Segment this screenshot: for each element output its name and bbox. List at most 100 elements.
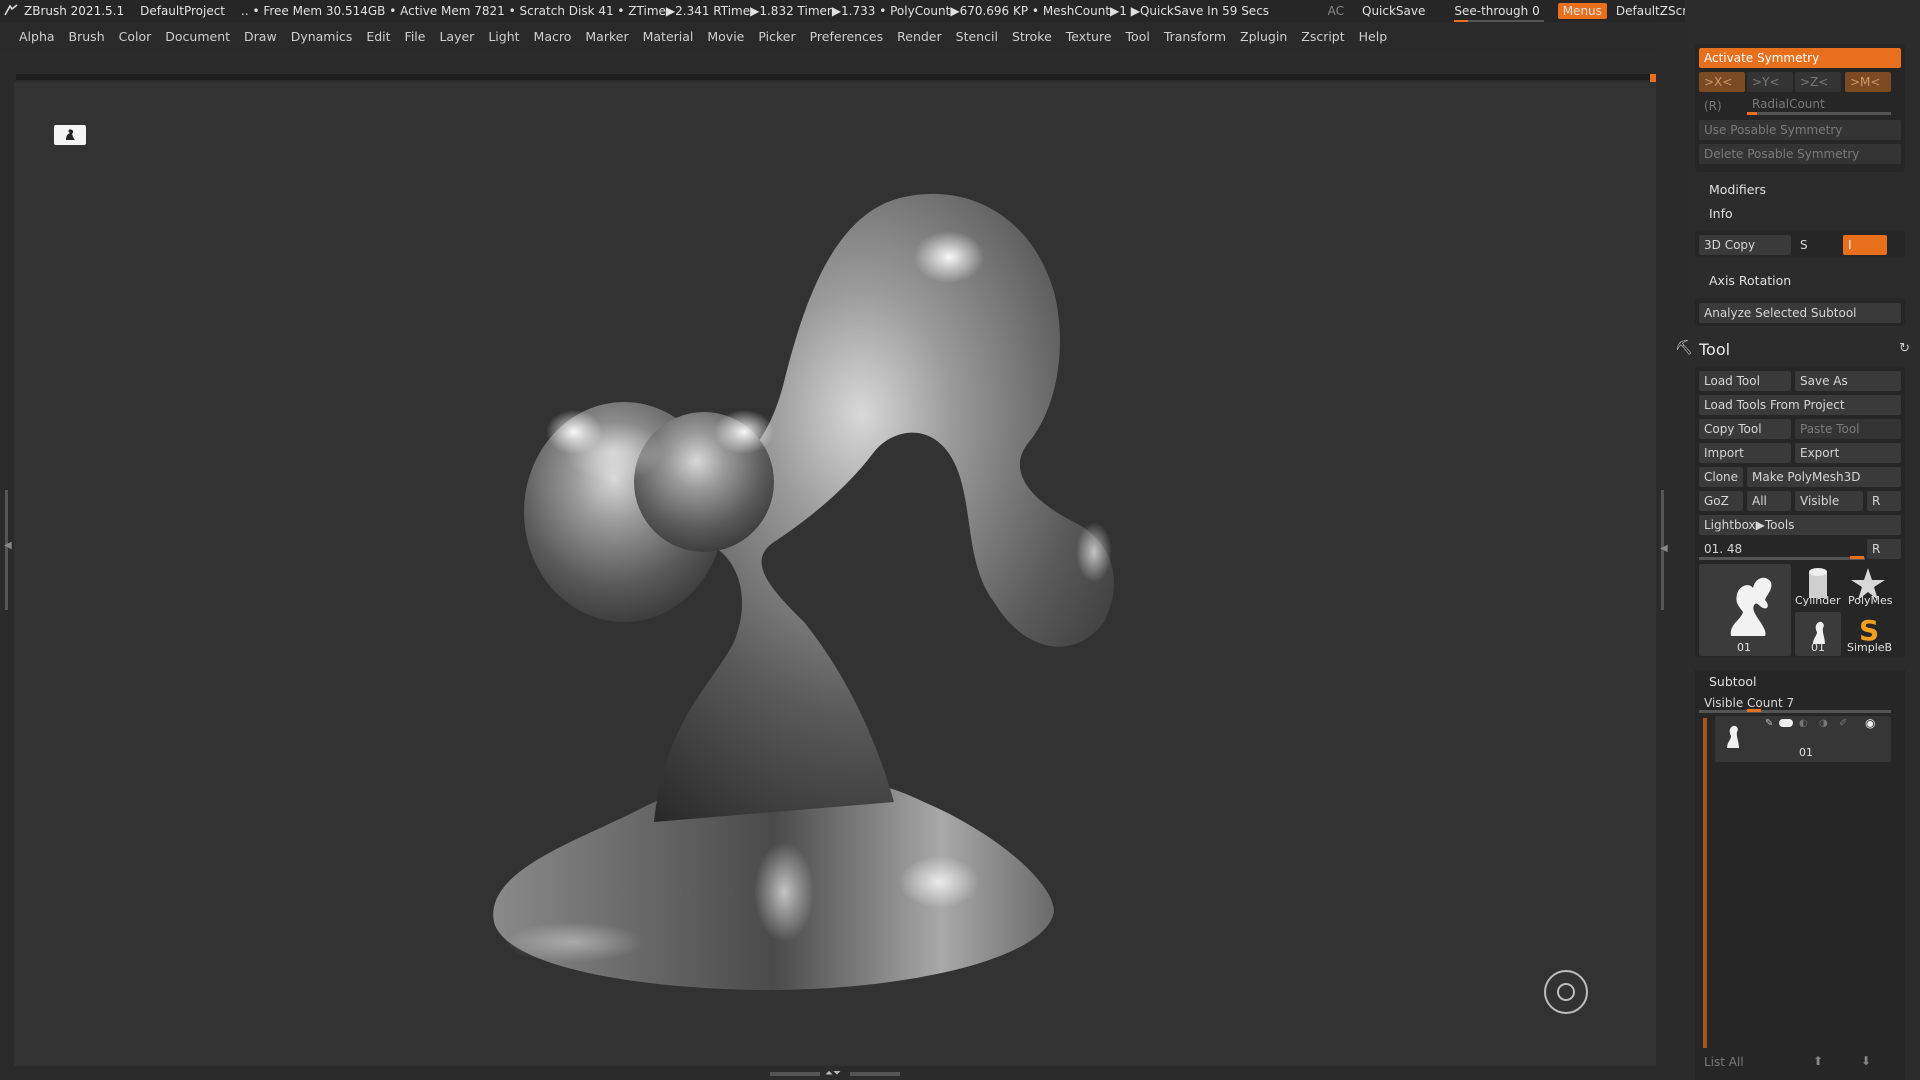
sym-m-button[interactable]: >M< — [1845, 72, 1891, 92]
thumb-label-cylinder: Cylinder — [1795, 594, 1841, 607]
load-tools-from-project-button[interactable]: Load Tools From Project — [1699, 395, 1901, 415]
refresh-icon[interactable]: ↻ — [1899, 341, 1910, 356]
move-up-icon[interactable]: ⬆ — [1813, 1054, 1823, 1068]
load-tool-button[interactable]: Load Tool — [1699, 371, 1791, 391]
thumb-label-polymesh: PolyMes — [1848, 594, 1893, 607]
modifiers-label[interactable]: Modifiers — [1709, 182, 1766, 197]
list-all-button[interactable]: List All — [1699, 1052, 1779, 1072]
use-posable-symmetry-button[interactable]: Use Posable Symmetry — [1699, 120, 1901, 140]
menu-material[interactable]: Material — [643, 29, 694, 44]
save-as-button[interactable]: Save As — [1795, 371, 1901, 391]
menu-edit[interactable]: Edit — [366, 29, 390, 44]
activate-symmetry-button[interactable]: Activate Symmetry — [1699, 48, 1901, 68]
subtool-toggle-icon[interactable] — [1779, 719, 1793, 727]
goz-all-button[interactable]: All — [1747, 491, 1791, 511]
s-button[interactable]: S — [1795, 235, 1839, 255]
copy-tool-button[interactable]: Copy Tool — [1699, 419, 1791, 439]
menu-picker[interactable]: Picker — [758, 29, 795, 44]
menu-stencil[interactable]: Stencil — [956, 29, 998, 44]
document-canvas[interactable] — [14, 82, 1656, 1066]
menu-macro[interactable]: Macro — [534, 29, 572, 44]
menu-render[interactable]: Render — [897, 29, 942, 44]
sym-y-button[interactable]: >Y< — [1747, 72, 1793, 92]
subtool-thumb-icon — [1727, 725, 1739, 748]
current-tool-track — [1699, 557, 1865, 560]
bottom-tray-handle[interactable]: ⏶⏷ — [770, 1068, 900, 1080]
app-title: ZBrush 2021.5.1 — [24, 4, 125, 18]
menu-texture[interactable]: Texture — [1066, 29, 1112, 44]
export-button[interactable]: Export — [1795, 443, 1901, 463]
radial-count-slider[interactable]: RadialCount — [1747, 94, 1891, 114]
sym-z-button[interactable]: >Z< — [1795, 72, 1841, 92]
radial-count-fill — [1747, 112, 1757, 115]
menu-brush[interactable]: Brush — [69, 29, 105, 44]
menus-button[interactable]: Menus — [1557, 3, 1607, 19]
menu-stroke[interactable]: Stroke — [1012, 29, 1052, 44]
copy3d-button[interactable]: 3D Copy — [1699, 235, 1791, 255]
visible-count-fill — [1747, 709, 1761, 712]
project-name[interactable]: DefaultProject — [140, 4, 225, 18]
current-tool-slider[interactable]: 01. 48 — [1699, 539, 1865, 559]
thumb-label-01-small: 01 — [1811, 641, 1825, 654]
menu-marker[interactable]: Marker — [585, 29, 628, 44]
navigation-gizmo-icon[interactable] — [1544, 970, 1588, 1014]
sym-x-button[interactable]: >X< — [1699, 72, 1745, 92]
subtool-item[interactable]: ✎ ◐ ◑ ✐ ◉ 01 — [1715, 716, 1891, 762]
visible-count-track — [1699, 710, 1891, 713]
menu-zscript[interactable]: Zscript — [1301, 29, 1344, 44]
sym-r-button[interactable]: (R) — [1699, 96, 1735, 116]
paste-tool-button[interactable]: Paste Tool — [1795, 419, 1901, 439]
menu-preferences[interactable]: Preferences — [810, 29, 884, 44]
quicksave-button[interactable]: QuickSave — [1362, 4, 1425, 18]
analyze-subtool-button[interactable]: Analyze Selected Subtool — [1699, 303, 1901, 323]
right-tray-arrow-icon[interactable]: ◀ — [1660, 543, 1668, 554]
subtool-visibility-eye-icon[interactable]: ◉ — [1865, 716, 1875, 730]
current-tool-fill — [1850, 556, 1864, 559]
subtool-scrollbar[interactable] — [1703, 718, 1707, 1048]
sculpt-mesh[interactable] — [14, 82, 1656, 1066]
menu-zplugin[interactable]: Zplugin — [1240, 29, 1287, 44]
menu-layer[interactable]: Layer — [439, 29, 474, 44]
subtool-title[interactable]: Subtool — [1709, 674, 1756, 689]
subtool-item-label: 01 — [1799, 746, 1813, 759]
ac-label[interactable]: AC — [1328, 4, 1344, 18]
i-button[interactable]: I — [1843, 235, 1887, 255]
import-button[interactable]: Import — [1699, 443, 1791, 463]
info-label[interactable]: Info — [1709, 206, 1733, 221]
menu-transform[interactable]: Transform — [1164, 29, 1226, 44]
subtool-dynamic-icon[interactable]: ◐ — [1799, 718, 1808, 729]
goz-r-button[interactable]: R — [1867, 491, 1901, 511]
move-down-icon[interactable]: ⬇ — [1861, 1054, 1871, 1068]
menu-bar: Alpha Brush Color Document Draw Dynamics… — [0, 22, 1656, 50]
menu-alpha[interactable]: Alpha — [19, 29, 55, 44]
menu-dynamics[interactable]: Dynamics — [291, 29, 353, 44]
tool-palette-title[interactable]: Tool — [1699, 340, 1730, 359]
goz-visible-button[interactable]: Visible — [1795, 491, 1863, 511]
lightbox-tools-button[interactable]: Lightbox▶Tools — [1699, 515, 1901, 535]
menu-document[interactable]: Document — [165, 29, 230, 44]
delete-posable-symmetry-button[interactable]: Delete Posable Symmetry — [1699, 144, 1901, 164]
clone-button[interactable]: Clone — [1699, 467, 1743, 487]
menu-draw[interactable]: Draw — [244, 29, 277, 44]
thumb-label-current: 01 — [1737, 641, 1751, 654]
axis-rotation-label[interactable]: Axis Rotation — [1709, 273, 1791, 288]
bottom-tray-arrow-icon[interactable]: ⏶⏷ — [825, 1068, 841, 1079]
menu-tool[interactable]: Tool — [1126, 29, 1150, 44]
make-polymesh3d-button[interactable]: Make PolyMesh3D — [1747, 467, 1901, 487]
tool-pin-icon[interactable]: ⛏ — [1675, 340, 1693, 356]
subtool-polypaint-icon[interactable]: ◑ — [1819, 718, 1828, 729]
subtool-brush-icon[interactable]: ✎ — [1765, 718, 1773, 729]
radial-count-track — [1747, 112, 1891, 115]
menu-color[interactable]: Color — [119, 29, 152, 44]
subtool-pencil-icon[interactable]: ✐ — [1839, 718, 1847, 729]
title-bar: ZBrush 2021.5.1 DefaultProject .. • Free… — [0, 0, 1920, 23]
left-tray-arrow-icon[interactable]: ◀ — [4, 540, 12, 551]
menu-light[interactable]: Light — [488, 29, 519, 44]
top-shelf[interactable] — [16, 74, 1656, 82]
menu-file[interactable]: File — [405, 29, 426, 44]
menu-movie[interactable]: Movie — [707, 29, 744, 44]
goz-button[interactable]: GoZ — [1699, 491, 1743, 511]
seethrough-slider[interactable]: See-through 0 — [1454, 4, 1545, 23]
menu-help[interactable]: Help — [1359, 29, 1388, 44]
current-tool-r-button[interactable]: R — [1867, 539, 1901, 559]
